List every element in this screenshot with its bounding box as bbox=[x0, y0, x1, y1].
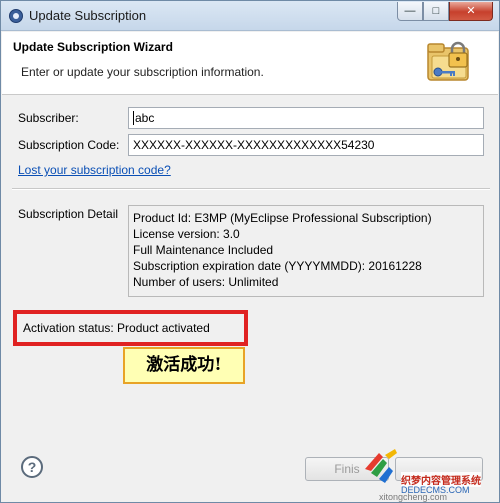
subscriber-value: abc bbox=[135, 111, 155, 125]
close-button[interactable]: ✕ bbox=[449, 2, 493, 21]
window-title: Update Subscription bbox=[29, 8, 147, 23]
subscription-detail-box: Product Id: E3MP (MyEclipse Professional… bbox=[128, 205, 484, 297]
subscription-code-label: Subscription Code: bbox=[18, 138, 120, 152]
activation-status-text: Activation status: Product activated bbox=[23, 321, 210, 335]
subscriber-label: Subscriber: bbox=[18, 111, 79, 125]
activation-success-callout: 激活成功! bbox=[123, 347, 245, 384]
wizard-description: Enter or update your subscription inform… bbox=[21, 65, 264, 79]
activation-status-highlight: Activation status: Product activated bbox=[13, 310, 248, 346]
detail-maintenance: Full Maintenance Included bbox=[133, 243, 274, 257]
subscriber-input[interactable]: abc bbox=[128, 107, 484, 129]
separator bbox=[12, 188, 490, 190]
detail-license-version: License version: 3.0 bbox=[133, 227, 240, 241]
text-cursor bbox=[133, 111, 134, 125]
folder-lock-key-icon bbox=[427, 41, 469, 81]
wizard-title: Update Subscription Wizard bbox=[13, 40, 173, 54]
subscription-code-input[interactable]: XXXXXX-XXXXXX-XXXXXXXXXXXXX54230 bbox=[128, 134, 484, 156]
subscription-detail-label: Subscription Detail bbox=[18, 207, 119, 221]
update-subscription-window: Update Subscription — □ ✕ Update Subscri… bbox=[0, 0, 500, 503]
title-bar[interactable]: Update Subscription — □ ✕ bbox=[1, 1, 499, 31]
detail-product-id: Product Id: E3MP (MyEclipse Professional… bbox=[133, 211, 432, 225]
lost-subscription-code-link[interactable]: Lost your subscription code? bbox=[18, 163, 171, 177]
minimize-button[interactable]: — bbox=[397, 2, 423, 21]
app-icon bbox=[9, 9, 23, 23]
detail-number-of-users: Number of users: Unlimited bbox=[133, 275, 279, 289]
help-button[interactable]: ? bbox=[21, 456, 43, 478]
wizard-header: Update Subscription Wizard Enter or upda… bbox=[2, 32, 498, 95]
watermark-text-site: xitongcheng.com bbox=[379, 492, 448, 502]
maximize-button[interactable]: □ bbox=[423, 2, 449, 21]
watermark: 织梦内容管理系统 DEDECMS.COM xitongcheng.com bbox=[361, 447, 499, 502]
detail-expiration-date: Subscription expiration date (YYYYMMDD):… bbox=[133, 259, 422, 273]
